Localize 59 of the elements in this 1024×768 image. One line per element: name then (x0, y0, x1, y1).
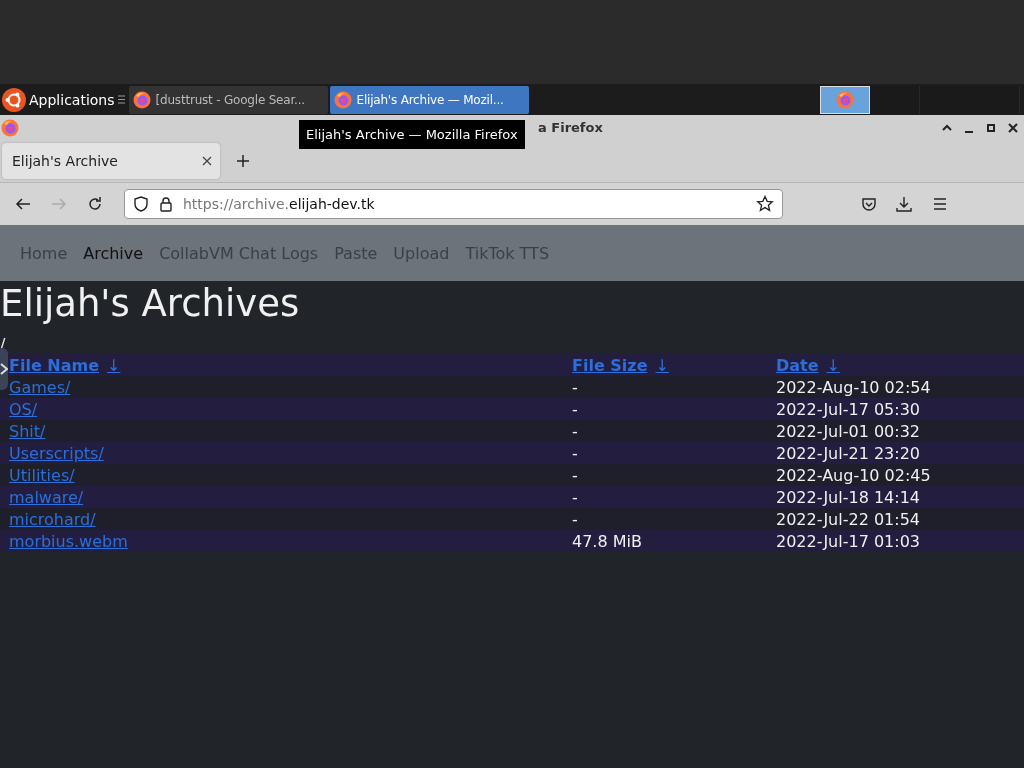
file-size: - (572, 443, 579, 463)
address-bar[interactable]: https://archive.elijah-dev.tk (124, 189, 783, 219)
file-link[interactable]: malware/ (9, 487, 84, 507)
ubuntu-logo-icon (2, 87, 26, 112)
file-date: 2022-Aug-10 02:54 (776, 377, 932, 397)
file-size: 47.8 MiB (572, 531, 643, 551)
file-size: - (572, 399, 579, 419)
menu-icon (117, 95, 125, 104)
file-link[interactable]: morbius.webm (9, 531, 128, 551)
file-date: 2022-Jul-01 00:32 (776, 421, 921, 441)
taskbar-window-button[interactable]: [dusttrust - Google Sear... (128, 85, 328, 114)
nav-link[interactable]: Archive (83, 243, 144, 263)
file-link[interactable]: Shit/ (9, 421, 46, 441)
file-link[interactable]: microhard/ (9, 509, 96, 529)
taskbar-window-button[interactable]: Elijah's Archive — Mozil... (329, 85, 529, 114)
sort-arrow-link[interactable]: ↓ (107, 355, 121, 375)
file-date: 2022-Jul-18 14:14 (776, 487, 921, 507)
column-header-link[interactable]: File Name (9, 355, 100, 375)
file-date: 2022-Jul-21 23:20 (776, 443, 921, 463)
file-date: 2022-Aug-10 02:45 (776, 465, 932, 485)
menu-icon[interactable] (932, 196, 948, 212)
file-date: 2022-Jul-22 01:54 (776, 509, 921, 529)
window-title: a Firefox (538, 120, 604, 135)
chevron-right-icon (0, 363, 8, 375)
file-size: - (572, 465, 579, 485)
file-size: - (572, 487, 579, 507)
column-header-link[interactable]: File Size (572, 355, 648, 375)
applications-label: Applications (29, 91, 115, 108)
file-link[interactable]: Userscripts/ (9, 443, 104, 463)
pocket-icon[interactable] (861, 196, 877, 212)
applications-menu[interactable]: Applications (0, 84, 127, 115)
sort-arrow-link[interactable]: ↓ (826, 355, 840, 375)
firefox-icon (333, 90, 352, 109)
browser-tab[interactable]: Elijah's Archive (2, 143, 220, 179)
shield-icon (133, 196, 149, 212)
firefox-icon (132, 90, 151, 109)
firefox-icon (836, 90, 854, 109)
file-link[interactable]: OS/ (9, 399, 38, 419)
reload-icon[interactable] (87, 196, 103, 212)
file-size: - (572, 509, 579, 529)
new-tab-icon[interactable] (236, 154, 250, 168)
file-date: 2022-Jul-17 01:03 (776, 531, 921, 551)
padlock-icon (159, 196, 173, 212)
file-link[interactable]: Games/ (9, 377, 71, 397)
tooltip: Elijah's Archive — Mozilla Firefox (299, 120, 525, 149)
column-header-link[interactable]: Date (776, 355, 819, 375)
back-arrow-icon[interactable] (15, 196, 31, 212)
page-heading: Elijah's Archives (0, 282, 301, 326)
download-icon[interactable] (896, 196, 912, 212)
file-link[interactable]: Utilities/ (9, 465, 75, 485)
file-size: - (572, 377, 579, 397)
star-icon[interactable] (756, 195, 774, 213)
firefox-icon (1, 118, 19, 137)
file-size: - (572, 421, 579, 441)
sidebar-handle[interactable] (0, 348, 8, 390)
close-icon[interactable] (202, 156, 212, 166)
file-date: 2022-Jul-17 05:30 (776, 399, 921, 419)
close-icon[interactable] (1006, 120, 1020, 135)
sort-arrow-link[interactable]: ↓ (655, 355, 669, 375)
